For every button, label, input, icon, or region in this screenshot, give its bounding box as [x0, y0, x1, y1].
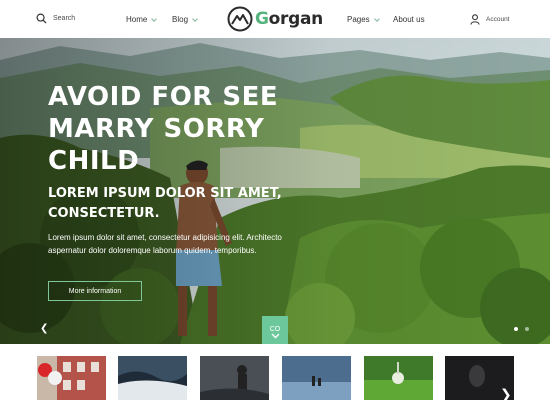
nav-item-pages-label: Pages [347, 15, 370, 24]
chevron-down-icon [271, 333, 279, 338]
site-logo[interactable]: Gorgan [227, 6, 323, 32]
chevron-down-icon [373, 15, 380, 22]
hero-title: AVOID FOR SEE MARRY SORRY CHILD [48, 82, 279, 176]
mountain-logo-icon [227, 6, 253, 32]
gallery-thumbnail[interactable] [118, 356, 187, 400]
nav-item-about[interactable]: About us [393, 15, 425, 24]
logo-text: Gorgan [255, 9, 323, 29]
hero-subtitle: LOREM IPSUM DOLOR SIT AMET, CONSECTETUR. [48, 186, 282, 221]
gallery-thumbnail[interactable] [282, 356, 351, 400]
top-navigation: Search Home Blog Gorgan Pages About us A… [0, 0, 550, 38]
chevron-left-icon[interactable]: ❮ [40, 323, 48, 334]
more-information-button[interactable]: More information [48, 281, 142, 301]
gallery-thumbnail[interactable] [37, 356, 106, 400]
nav-item-home[interactable]: Home [126, 15, 158, 24]
nav-item-home-label: Home [126, 15, 148, 24]
search-label: Search [53, 15, 76, 22]
search-button[interactable]: Search [36, 13, 75, 24]
nav-item-blog[interactable]: Blog [172, 15, 198, 24]
gallery-thumbnail[interactable] [364, 356, 433, 400]
search-icon [36, 13, 47, 24]
chevron-down-icon [151, 15, 158, 22]
nav-item-about-label: About us [393, 15, 425, 24]
account-button[interactable]: Account [470, 14, 510, 25]
hero-description: Lorem ipsum dolor sit amet, consectetur … [48, 233, 282, 255]
gallery-thumbnail[interactable] [200, 356, 269, 400]
user-icon [470, 14, 480, 25]
nav-item-blog-label: Blog [172, 15, 189, 24]
hero-slider: AVOID FOR SEE MARRY SORRY CHILD LOREM IP… [0, 38, 550, 344]
slider-dot-2[interactable] [525, 327, 529, 331]
scroll-label: CO [269, 325, 281, 333]
chevron-right-icon[interactable]: ❯ [500, 386, 512, 400]
slider-dot-1[interactable] [514, 327, 518, 331]
account-label: Account [486, 16, 510, 23]
scroll-down-button[interactable]: CO [262, 316, 288, 344]
thumbnail-strip: ❯ [0, 344, 550, 400]
nav-item-pages[interactable]: Pages [347, 15, 380, 24]
slider-dots [514, 327, 529, 331]
chevron-down-icon [192, 15, 198, 22]
